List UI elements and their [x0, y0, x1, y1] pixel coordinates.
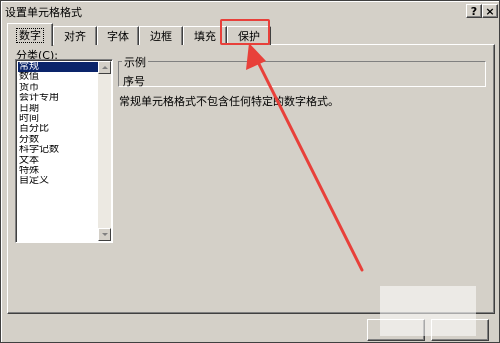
- sample-group: [118, 61, 486, 87]
- help-button[interactable]: ?: [466, 4, 482, 18]
- arrow-up-icon: [101, 66, 108, 69]
- dialog-title: 设置单元格格式: [5, 6, 82, 19]
- sample-value: 序号: [123, 75, 145, 88]
- tab-border-label: 边框: [150, 30, 172, 43]
- tab-font[interactable]: 字体: [97, 26, 139, 45]
- format-description: 常规单元格格式不包含任何特定的数字格式。: [119, 95, 339, 108]
- annotation-highlight-box: [220, 19, 270, 45]
- tab-font-label: 字体: [107, 30, 129, 43]
- watermark: [380, 286, 476, 336]
- category-item[interactable]: 自定义: [18, 176, 98, 186]
- category-item[interactable]: 特殊: [18, 166, 98, 176]
- category-item[interactable]: 日期: [18, 104, 98, 114]
- category-list: 常规 数值 货币 会计专用 日期 时间 百分比 分数 科学记数 文本 特殊 自定义: [18, 62, 98, 187]
- sample-legend: 示例: [122, 54, 148, 70]
- category-listbox[interactable]: 常规 数值 货币 会计专用 日期 时间 百分比 分数 科学记数 文本 特殊 自定义: [15, 59, 113, 243]
- category-item[interactable]: 常规: [18, 62, 98, 73]
- category-item[interactable]: 文本: [18, 156, 98, 166]
- category-scrollbar[interactable]: [98, 61, 111, 241]
- category-item[interactable]: 数值: [18, 72, 98, 82]
- title-bar[interactable]: 设置单元格格式 ? ×: [4, 4, 498, 20]
- scroll-up-button[interactable]: [98, 61, 111, 74]
- category-item[interactable]: 分数: [18, 135, 98, 145]
- tab-fill-label: 填充: [194, 30, 216, 43]
- tab-number[interactable]: 数字: [7, 23, 53, 46]
- category-item[interactable]: 时间: [18, 114, 98, 124]
- close-button[interactable]: ×: [482, 4, 498, 18]
- category-item[interactable]: 会计专用: [18, 93, 98, 103]
- category-item[interactable]: 百分比: [18, 124, 98, 134]
- category-item[interactable]: 货币: [18, 83, 98, 93]
- tab-alignment[interactable]: 对齐: [53, 26, 97, 45]
- arrow-down-icon: [101, 233, 108, 236]
- tab-border[interactable]: 边框: [139, 26, 183, 45]
- category-item[interactable]: 科学记数: [18, 145, 98, 155]
- tab-alignment-label: 对齐: [64, 30, 86, 43]
- tab-number-label: 数字: [16, 27, 44, 43]
- scroll-down-button[interactable]: [98, 228, 111, 241]
